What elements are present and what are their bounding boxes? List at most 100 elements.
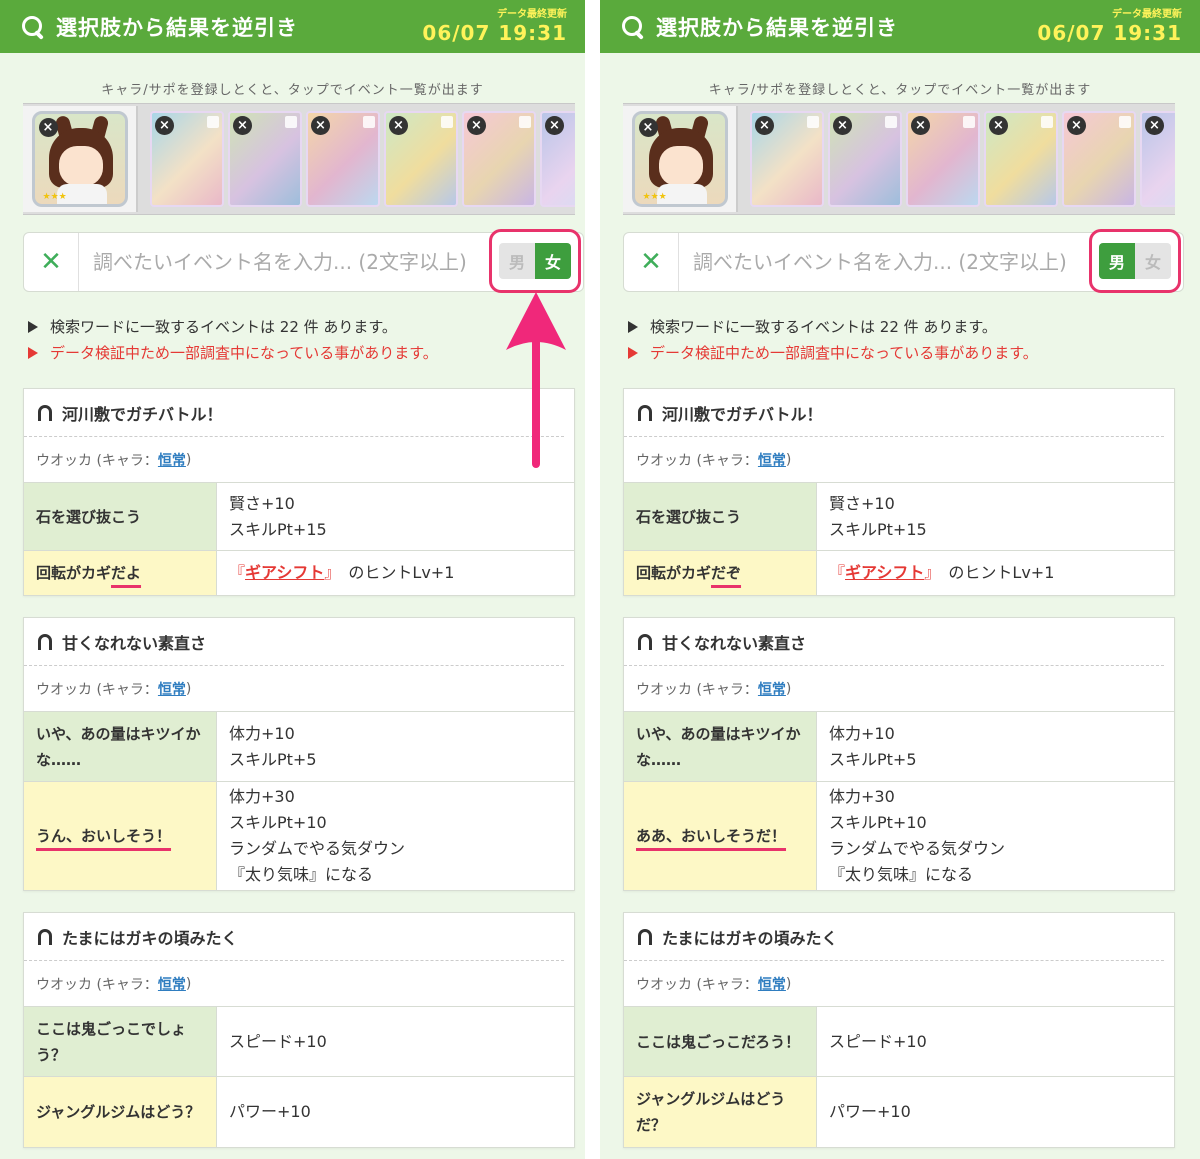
remove-card-icon[interactable]: × <box>311 116 330 135</box>
card-type-icon <box>441 116 453 128</box>
choice-label: いや、あの量はキツイかな…… <box>24 712 216 781</box>
choice-text: ここは鬼ごっこでしょう？ <box>36 1016 206 1068</box>
last-updated-time: 06/07 19:31 <box>1037 21 1182 45</box>
event-tag-link[interactable]: 恒常 <box>758 974 786 994</box>
remove-character-icon[interactable]: × <box>38 118 58 137</box>
choice-effects: 体力+30 スキルPt+10 ランダムでやる気ダウン 『太り気味』になる <box>816 782 1174 890</box>
event-tag-link[interactable]: 恒常 <box>158 974 186 994</box>
horseshoe-icon <box>638 928 652 945</box>
event-tag-link[interactable]: 恒常 <box>758 450 786 470</box>
choice-label: ここは鬼ごっこだろう！ <box>624 1007 816 1076</box>
skill-link[interactable]: 『ギアシフト』 <box>829 563 940 582</box>
event-source-close: ) <box>185 975 192 992</box>
app-header: 選択肢から結果を逆引き データ最終更新 06/07 19:31 <box>0 0 585 53</box>
support-card[interactable]: × <box>906 111 980 207</box>
character-slot[interactable]: ★★★ × <box>623 106 738 212</box>
support-card[interactable]: × <box>462 111 536 207</box>
choice-row: 回転がカギだぞ 『ギアシフト』 のヒントLv+1 <box>624 551 1174 595</box>
page-title: 選択肢から結果を逆引き <box>656 15 898 40</box>
character-slot[interactable]: ★★★ × <box>23 106 138 212</box>
gender-male-button[interactable]: 男 <box>499 243 535 279</box>
app-panel: 選択肢から結果を逆引き データ最終更新 06/07 19:31 キャラ/サポを登録しと… <box>600 0 1200 1159</box>
support-card[interactable]: × <box>150 111 224 207</box>
triangle-bullet-icon <box>28 347 38 359</box>
support-card[interactable]: × <box>1062 111 1136 207</box>
remove-card-icon[interactable]: × <box>989 116 1008 135</box>
remove-card-icon[interactable]: × <box>911 116 930 135</box>
clear-icon[interactable]: ✕ <box>24 233 79 291</box>
support-card[interactable]: × <box>384 111 458 207</box>
search-notes: 検索ワードに一致するイベントは 22 件 あります。 データ検証中ため一部調査中に… <box>628 314 1200 366</box>
support-card[interactable]: × <box>828 111 902 207</box>
choice-row: うん、おいしそう！ 体力+30 スキルPt+10 ランダムでやる気ダウン 『太り気味』に… <box>24 782 574 890</box>
effect-line: 『太り気味』になる <box>229 865 374 884</box>
support-cards: × × × × × × <box>138 111 575 207</box>
remove-card-icon[interactable]: × <box>1145 116 1164 135</box>
choice-text: ジャングルジムはどう？ <box>36 1099 200 1125</box>
choice-text: 回転がカギだよ <box>36 560 141 586</box>
skill-name[interactable]: ギアシフト <box>845 563 924 582</box>
gender-toggle[interactable]: 男女 <box>1089 229 1181 293</box>
event-tag-link[interactable]: 恒常 <box>758 679 786 699</box>
remove-card-icon[interactable]: × <box>755 116 774 135</box>
support-card[interactable]: × <box>1140 111 1175 207</box>
support-card[interactable]: × <box>228 111 302 207</box>
registered-roster: ★★★ × × × × × × × <box>623 103 1175 215</box>
last-updated-label: データ最終更新 <box>1112 9 1182 20</box>
remove-character-icon[interactable]: × <box>638 118 658 137</box>
remove-card-icon[interactable]: × <box>467 116 486 135</box>
remove-card-icon[interactable]: × <box>833 116 852 135</box>
event-source-text: ウオッカ (キャラ： <box>636 452 758 469</box>
event-title: たまにはガキの頃みたく <box>24 913 564 961</box>
remove-card-icon[interactable]: × <box>155 116 174 135</box>
effect-line: スピード+10 <box>829 1031 927 1051</box>
event-title: 甘くなれない素直さ <box>624 618 1164 666</box>
effect-line: スキルPt+15 <box>229 519 327 539</box>
support-card[interactable]: × <box>540 111 575 207</box>
remove-card-icon[interactable]: × <box>1067 116 1086 135</box>
event-source-text: ウオッカ (キャラ： <box>636 681 758 698</box>
support-card[interactable]: × <box>984 111 1058 207</box>
remove-card-icon[interactable]: × <box>545 116 564 135</box>
skill-link[interactable]: 『ギアシフト』 <box>229 563 340 582</box>
support-card[interactable]: × <box>750 111 824 207</box>
last-updated-label: データ最終更新 <box>497 9 567 20</box>
choice-label: 石を選び抜こう <box>624 483 816 550</box>
effect-line: ランダムでやる気ダウン <box>829 839 1006 858</box>
remove-card-icon[interactable]: × <box>233 116 252 135</box>
event-source-close: ) <box>785 975 792 992</box>
effect-line: スキルPt+15 <box>829 519 927 539</box>
choice-effects: 体力+10 スキルPt+5 <box>216 712 574 781</box>
event-tag-link[interactable]: 恒常 <box>158 679 186 699</box>
card-type-icon <box>207 116 219 128</box>
skill-name[interactable]: ギアシフト <box>245 563 324 582</box>
result-count-text: 検索ワードに一致するイベントは 22 件 あります。 <box>650 318 997 336</box>
event-title: 河川敷でガチバトル！ <box>624 389 1164 437</box>
gender-toggle[interactable]: 男女 <box>489 229 581 293</box>
card-type-icon <box>1119 116 1131 128</box>
choice-text-part: ここは鬼ごっこでしょう？ <box>36 1019 187 1064</box>
choice-label: 石を選び抜こう <box>24 483 216 550</box>
character-portrait[interactable]: ★★★ × <box>31 111 128 207</box>
remove-card-icon[interactable]: × <box>389 116 408 135</box>
gender-female-button[interactable]: 女 <box>1135 243 1171 279</box>
support-card[interactable]: × <box>306 111 380 207</box>
clear-icon[interactable]: ✕ <box>624 233 679 291</box>
choice-row: ここは鬼ごっこだろう！ スピード+10 <box>624 1007 1174 1077</box>
event-card: 河川敷でガチバトル！ ウオッカ (キャラ： 恒常) 石を選び抜こう 賢さ+10 スキルPt… <box>623 388 1175 596</box>
gender-female-button[interactable]: 女 <box>535 243 571 279</box>
event-source: ウオッカ (キャラ： 恒常) <box>624 666 1174 712</box>
event-source: ウオッカ (キャラ： 恒常) <box>624 961 1174 1007</box>
search-icon <box>620 14 646 40</box>
event-tag-link[interactable]: 恒常 <box>158 450 186 470</box>
skill-hint-line: 『ギアシフト』 のヒントLv+1 <box>829 560 1162 586</box>
event-search-bar: ✕ 男女 <box>623 229 1184 293</box>
event-title-text: 甘くなれない素直さ <box>62 633 207 653</box>
character-portrait[interactable]: ★★★ × <box>631 111 728 207</box>
gender-male-button[interactable]: 男 <box>1099 243 1135 279</box>
event-title-text: たまにはガキの頃みたく <box>662 928 838 948</box>
choice-text: 石を選び抜こう <box>636 504 741 530</box>
effect-line: 体力+30 <box>829 787 895 806</box>
choice-text-part: 石を選び抜こう <box>636 507 742 526</box>
choice-effects: 賢さ+10 スキルPt+15 <box>816 483 1174 550</box>
